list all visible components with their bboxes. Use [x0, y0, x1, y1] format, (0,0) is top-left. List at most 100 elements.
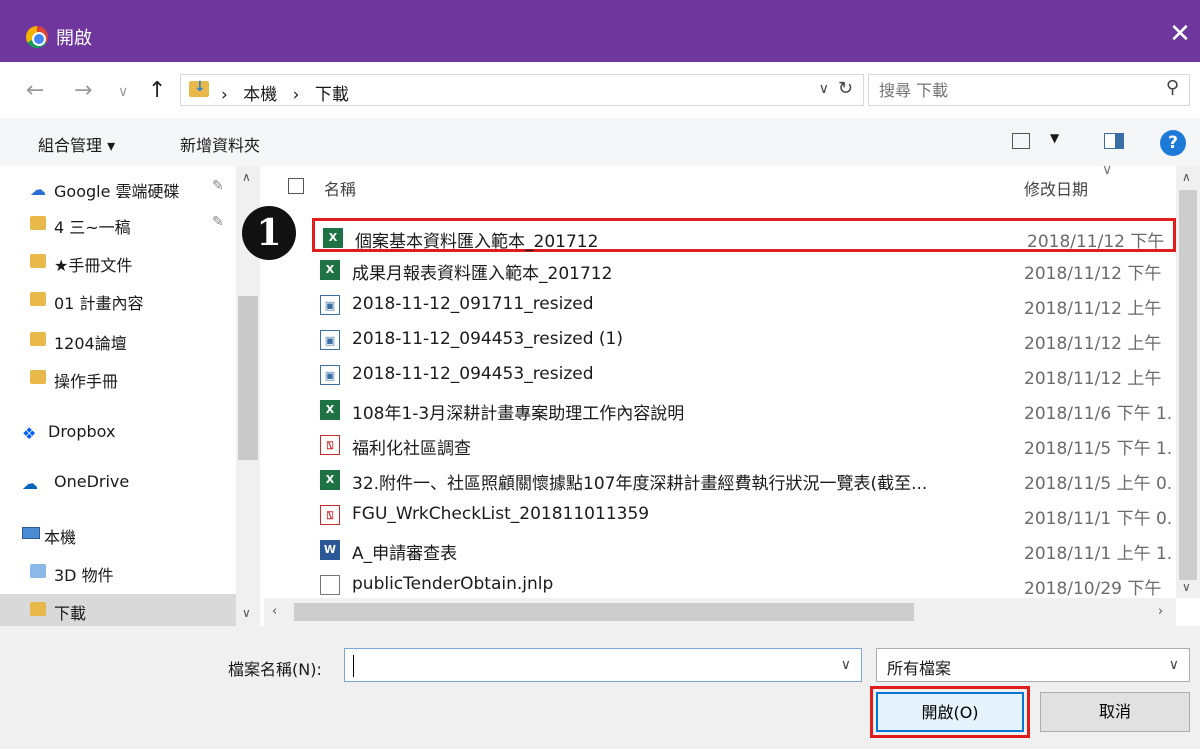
nav-item-folder[interactable]: 操作手冊	[0, 362, 236, 394]
close-button[interactable]: ✕	[1160, 14, 1200, 54]
file-hscroll-thumb[interactable]	[294, 603, 914, 621]
file-icon	[320, 575, 340, 595]
up-arrow-icon[interactable]: ↑	[148, 78, 166, 103]
nav-item-label: 操作手冊	[54, 372, 119, 391]
breadcrumb: › 本機 › 下載	[221, 80, 359, 105]
scroll-up-icon[interactable]: ∧	[1182, 170, 1191, 184]
nav-item-3d-objects[interactable]: 3D 物件	[0, 556, 236, 588]
address-bar[interactable]: › 本機 › 下載 ∨ ↻	[180, 74, 864, 106]
file-name: 2018-11-12_091711_resized	[352, 294, 594, 314]
file-name: 32.附件一、社區照顧關懷據點107年度深耕計畫經費執行狀況一覽表(截至...	[352, 474, 928, 494]
nav-item-downloads[interactable]: 下載	[0, 594, 236, 626]
file-row[interactable]: ▣ 2018-11-12_091711_resized 2018/11/12 上午	[312, 288, 1176, 322]
image-icon: ▣	[320, 295, 340, 315]
cancel-button[interactable]: 取消	[1040, 692, 1190, 732]
scroll-right-icon[interactable]: ›	[1158, 604, 1163, 619]
downloads-folder-icon	[30, 602, 46, 616]
file-row[interactable]: X 個案基本資料匯入範本_201712 2018/11/12 下午	[312, 218, 1176, 252]
scroll-down-icon[interactable]: ∨	[1182, 580, 1191, 594]
nav-item-folder[interactable]: 01 計畫內容	[0, 284, 236, 316]
new-folder-button[interactable]: 新增資料夾	[180, 132, 260, 156]
file-row[interactable]: ⍂ 福利化社區調查 2018/11/5 下午 1.	[312, 428, 1176, 462]
file-name: 108年1-3月深耕計畫專案助理工作內容說明	[352, 404, 685, 424]
folder-icon	[30, 254, 46, 268]
breadcrumb-separator: ›	[221, 85, 228, 105]
dialog-footer: 檔案名稱(N): ∨ 所有檔案 ∨ 開啟(O) 取消	[0, 626, 1200, 749]
excel-icon: X	[320, 470, 340, 490]
pin-icon[interactable]: ✎	[212, 178, 224, 194]
chevron-down-icon[interactable]: ∨	[1169, 657, 1179, 673]
file-scroll-thumb[interactable]	[1179, 190, 1197, 580]
preview-pane-icon[interactable]	[1104, 133, 1124, 149]
file-row[interactable]: ⍂ FGU_WrkCheckList_201811011359 2018/11/1 …	[312, 498, 1176, 532]
organize-button[interactable]: 組合管理 ▾	[38, 132, 115, 156]
file-row[interactable]: W A_申請審查表 2018/11/1 上午 1.	[312, 533, 1176, 567]
select-all-checkbox[interactable]	[288, 178, 304, 194]
pin-icon[interactable]: ✎	[212, 214, 224, 230]
file-horizontal-scrollbar[interactable]: ‹ ›	[264, 598, 1176, 626]
scroll-up-icon[interactable]: ∧	[242, 170, 251, 184]
excel-icon: X	[323, 228, 343, 248]
nav-item-google-drive[interactable]: ☁ Google 雲端硬碟 ✎	[0, 172, 236, 204]
file-date: 2018/11/5 上午 0.	[1024, 474, 1173, 494]
nav-item-label: Dropbox	[48, 422, 116, 441]
search-box[interactable]: ⚲	[868, 74, 1190, 106]
filename-input[interactable]	[351, 654, 821, 676]
file-row[interactable]: ▣ 2018-11-12_094453_resized 2018/11/12 上午	[312, 358, 1176, 392]
file-vertical-scrollbar[interactable]: ∧ ∨	[1176, 166, 1200, 598]
file-name: 成果月報表資料匯入範本_201712	[352, 264, 613, 284]
open-button[interactable]: 開啟(O)	[876, 692, 1024, 732]
step-1-badge: 1	[242, 206, 296, 260]
nav-item-folder[interactable]: 4 三~一稿 ✎	[0, 208, 236, 240]
file-row[interactable]: publicTenderObtain.jnlp 2018/10/29 下午	[312, 568, 1176, 602]
breadcrumb-this-pc[interactable]: 本機	[243, 85, 277, 105]
file-row[interactable]: X 成果月報表資料匯入範本_201712 2018/11/12 下午	[312, 253, 1176, 287]
view-options-icon[interactable]	[1012, 133, 1030, 149]
column-date-modified[interactable]: 修改日期	[1024, 176, 1088, 200]
pdf-icon: ⍂	[320, 505, 340, 525]
onedrive-icon: ☁	[22, 474, 38, 493]
scroll-left-icon[interactable]: ‹	[272, 604, 277, 619]
help-icon[interactable]: ?	[1160, 130, 1186, 156]
column-header: 名稱 ∨ 修改日期	[264, 162, 1200, 206]
nav-item-folder[interactable]: ★手冊文件	[0, 246, 236, 278]
file-row[interactable]: ▣ 2018-11-12_094453_resized (1) 2018/11/12…	[312, 323, 1176, 357]
nav-item-label: 本機	[44, 528, 77, 547]
file-date: 2018/11/1 下午 0.	[1024, 509, 1173, 529]
column-name[interactable]: 名稱	[324, 176, 356, 200]
google-drive-icon: ☁	[30, 180, 46, 199]
chevron-down-icon[interactable]: ∨	[841, 657, 851, 673]
nav-item-onedrive[interactable]: ☁ OneDrive	[0, 466, 236, 498]
recent-locations-icon[interactable]: ∨	[118, 84, 128, 100]
address-row: ← → ∨ ↑ › 本機 › 下載 ∨ ↻ ⚲	[0, 62, 1200, 118]
folder-icon	[30, 332, 46, 346]
filename-label: 檔案名稱(N):	[228, 660, 322, 679]
file-date: 2018/11/12 上午	[1024, 369, 1162, 389]
view-dropdown-icon[interactable]: ▼	[1050, 131, 1059, 145]
chrome-icon	[26, 26, 48, 48]
computer-icon	[22, 527, 40, 539]
nav-item-dropbox[interactable]: ❖ Dropbox	[0, 416, 236, 448]
file-date: 2018/11/12 上午	[1024, 299, 1162, 319]
refresh-icon[interactable]: ↻	[838, 78, 853, 99]
forward-arrow-icon[interactable]: →	[74, 78, 92, 103]
title-bar: 開啟 ✕	[0, 0, 1200, 62]
navigation-pane: ☁ Google 雲端硬碟 ✎ 4 三~一稿 ✎ ★手冊文件 01 計畫內容 1…	[0, 166, 260, 626]
pdf-icon: ⍂	[320, 435, 340, 455]
breadcrumb-downloads[interactable]: 下載	[315, 85, 349, 105]
search-icon[interactable]: ⚲	[1166, 77, 1179, 98]
filename-field[interactable]: ∨	[344, 648, 862, 682]
address-dropdown-icon[interactable]: ∨	[819, 81, 829, 97]
downloads-folder-icon	[189, 79, 209, 97]
nav-scroll-thumb[interactable]	[238, 296, 258, 460]
scroll-down-icon[interactable]: ∨	[242, 606, 251, 620]
filetype-select[interactable]: 所有檔案 ∨	[876, 648, 1190, 682]
file-row[interactable]: X 108年1-3月深耕計畫專案助理工作內容說明 2018/11/6 下午 1.	[312, 393, 1176, 427]
nav-item-folder[interactable]: 1204論壇	[0, 324, 236, 356]
back-arrow-icon[interactable]: ←	[26, 78, 44, 103]
nav-item-this-pc[interactable]: 本機	[0, 518, 236, 550]
search-input[interactable]	[879, 79, 1139, 101]
nav-item-label: 1204論壇	[54, 334, 127, 353]
file-row[interactable]: X 32.附件一、社區照顧關懷據點107年度深耕計畫經費執行狀況一覽表(截至...…	[312, 463, 1176, 497]
file-date: 2018/11/12 下午	[1027, 232, 1165, 252]
